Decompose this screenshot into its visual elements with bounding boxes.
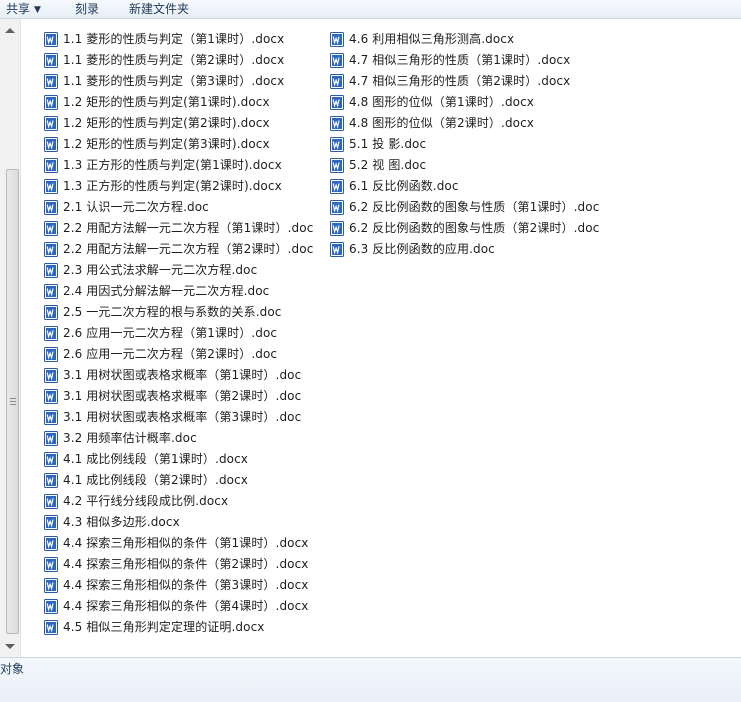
word-doc-icon: [44, 284, 58, 299]
word-doc-icon: [44, 116, 58, 131]
word-doc-icon: [44, 347, 58, 362]
word-doc-icon: [44, 410, 58, 425]
word-doc-icon: [44, 368, 58, 383]
file-name: 1.3 正方形的性质与判定(第1课时).docx: [63, 158, 282, 172]
word-doc-icon: [330, 32, 344, 47]
word-doc-icon: [44, 431, 58, 446]
chevron-down-icon: ▼: [34, 5, 41, 15]
file-name: 2.6 应用一元二次方程（第2课时）.doc: [63, 347, 278, 361]
file-name: 4.1 成比例线段（第2课时）.docx: [63, 473, 249, 487]
word-doc-icon: [330, 137, 344, 152]
file-name: 4.3 相似多边形.docx: [63, 515, 180, 529]
file-name: 1.1 菱形的性质与判定（第2课时）.docx: [63, 53, 285, 67]
scroll-up-arrow-icon[interactable]: [5, 28, 15, 33]
word-doc-icon: [330, 221, 344, 236]
file-name: 2.5 一元二次方程的根与系数的关系.doc: [63, 305, 282, 319]
word-doc-icon: [44, 53, 58, 68]
word-doc-icon: [44, 599, 58, 614]
file-name: 3.1 用树状图或表格求概率（第2课时）.doc: [63, 389, 302, 403]
word-doc-icon: [330, 53, 344, 68]
share-button[interactable]: 共享 ▼: [6, 1, 41, 18]
toolbar: 共享 ▼ 刻录 新建文件夹: [0, 0, 741, 19]
file-name: 1.2 矩形的性质与判定(第2课时).docx: [63, 116, 270, 130]
file-name: 3.2 用频率估计概率.doc: [63, 431, 197, 445]
file-name: 3.1 用树状图或表格求概率（第1课时）.doc: [63, 368, 302, 382]
file-name: 4.4 探索三角形相似的条件（第2课时）.docx: [63, 557, 309, 571]
file-name: 4.8 图形的位似（第2课时）.docx: [349, 116, 535, 130]
file-name: 1.2 矩形的性质与判定(第3课时).docx: [63, 137, 270, 151]
file-list-pane: 1.1 菱形的性质与判定（第1课时）.docx 1.1 菱形的性质与判定（第2课时…: [21, 19, 741, 657]
file-name: 1.1 菱形的性质与判定（第3课时）.docx: [63, 74, 285, 88]
share-label: 共享: [6, 2, 31, 16]
word-doc-icon: [330, 158, 344, 173]
file-name: 3.1 用树状图或表格求概率（第3课时）.doc: [63, 410, 302, 424]
word-doc-icon: [44, 473, 58, 488]
file-name: 2.2 用配方法解一元二次方程（第1课时）.doc: [63, 221, 314, 235]
file-name: 4.6 利用相似三角形测高.docx: [349, 32, 515, 46]
file-name: 6.3 反比例函数的应用.doc: [349, 242, 495, 256]
word-doc-icon: [44, 326, 58, 341]
file-name: 4.4 探索三角形相似的条件（第3课时）.docx: [63, 578, 309, 592]
file-name: 4.7 相似三角形的性质（第1课时）.docx: [349, 53, 571, 67]
file-name: 1.1 菱形的性质与判定（第1课时）.docx: [63, 32, 285, 46]
file-name: 5.1 投 影.doc: [349, 137, 427, 151]
details-bar: 对象: [0, 657, 741, 702]
word-doc-icon: [44, 242, 58, 257]
file-name: 4.1 成比例线段（第1课时）.docx: [63, 452, 249, 466]
file-name: 2.4 用因式分解法解一元二次方程.doc: [63, 284, 270, 298]
word-doc-icon: [330, 179, 344, 194]
word-doc-icon: [44, 221, 58, 236]
word-doc-icon: [44, 179, 58, 194]
word-doc-icon: [330, 116, 344, 131]
file-name: 5.2 视 图.doc: [349, 158, 427, 172]
file-name: 4.7 相似三角形的性质（第2课时）.docx: [349, 74, 571, 88]
word-doc-icon: [44, 578, 58, 593]
file-name: 4.4 探索三角形相似的条件（第1课时）.docx: [63, 536, 309, 550]
scroll-grip-icon: [10, 398, 16, 405]
file-name: 2.6 应用一元二次方程（第1课时）.doc: [63, 326, 278, 340]
word-doc-icon: [44, 95, 58, 110]
burn-button[interactable]: 刻录: [75, 1, 99, 18]
file-name: 2.3 用公式法求解一元二次方程.doc: [63, 263, 258, 277]
word-doc-icon: [44, 620, 58, 635]
word-doc-icon: [44, 74, 58, 89]
file-name: 2.2 用配方法解一元二次方程（第2课时）.doc: [63, 242, 314, 256]
word-doc-icon: [330, 95, 344, 110]
file-name: 1.3 正方形的性质与判定(第2课时).docx: [63, 179, 282, 193]
status-text: 对象: [0, 662, 25, 676]
file-name: 4.8 图形的位似（第1课时）.docx: [349, 95, 535, 109]
file-name: 6.1 反比例函数.doc: [349, 179, 459, 193]
file-name: 4.5 相似三角形判定定理的证明.docx: [63, 620, 265, 634]
file-name: 4.4 探索三角形相似的条件（第4课时）.docx: [63, 599, 309, 613]
word-doc-icon: [44, 557, 58, 572]
file-name: 1.2 矩形的性质与判定(第1课时).docx: [63, 95, 270, 109]
word-doc-icon: [44, 200, 58, 215]
word-doc-icon: [44, 452, 58, 467]
file-name: 2.1 认识一元二次方程.doc: [63, 200, 209, 214]
word-doc-icon: [44, 389, 58, 404]
word-doc-icon: [330, 242, 344, 257]
scrollbar-thumb[interactable]: [6, 169, 19, 634]
word-doc-icon: [44, 263, 58, 278]
word-doc-icon: [44, 536, 58, 551]
word-doc-icon: [44, 494, 58, 509]
file-name: 6.2 反比例函数的图象与性质（第2课时）.doc: [349, 221, 600, 235]
word-doc-icon: [44, 515, 58, 530]
scroll-down-arrow-icon[interactable]: [5, 644, 15, 649]
file-name: 4.2 平行线分线段成比例.docx: [63, 494, 229, 508]
file-name: 6.2 反比例函数的图象与性质（第1课时）.doc: [349, 200, 600, 214]
word-doc-icon: [44, 158, 58, 173]
word-doc-icon: [330, 74, 344, 89]
word-doc-icon: [44, 305, 58, 320]
new-folder-button[interactable]: 新建文件夹: [129, 1, 189, 18]
word-doc-icon: [330, 200, 344, 215]
word-doc-icon: [44, 32, 58, 47]
vertical-scrollbar[interactable]: [0, 19, 21, 657]
word-doc-icon: [44, 137, 58, 152]
